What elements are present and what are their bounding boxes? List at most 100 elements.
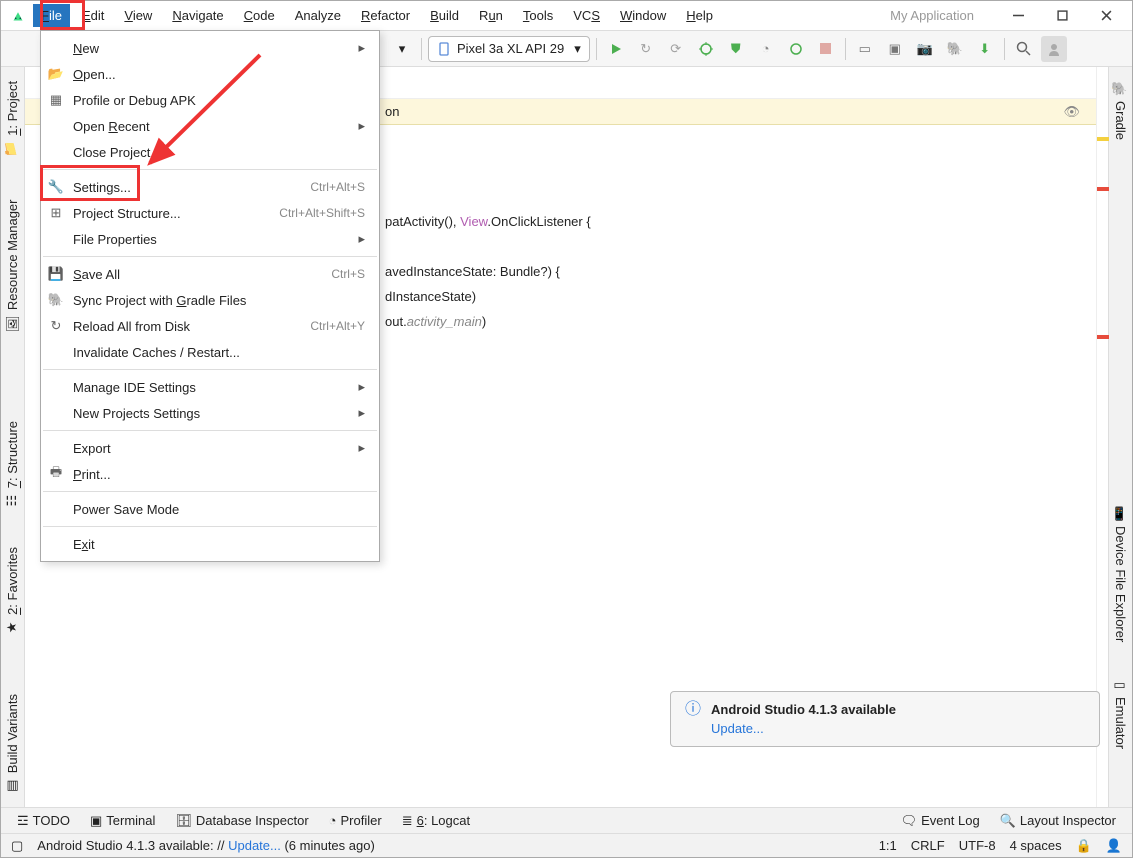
file-menu-project-structure[interactable]: ⊞Project Structure...Ctrl+Alt+Shift+S: [41, 200, 379, 226]
file-menu-new-projects-settings[interactable]: New Projects Settings▸: [41, 400, 379, 426]
resource-manager-icon[interactable]: 📷: [912, 36, 938, 62]
sidebar-device-file-explorer[interactable]: 📱Device File Explorer: [1113, 498, 1128, 650]
file-menu-dropdown: New▸📂Open...▦Profile or Debug APKOpen Re…: [40, 30, 380, 562]
folder-icon: 📂: [47, 66, 65, 82]
file-menu-close-project[interactable]: Close Project: [41, 139, 379, 165]
blank-icon: [47, 379, 65, 395]
menu-analyze[interactable]: Analyze: [287, 4, 349, 27]
wrench-icon: 🔧: [47, 179, 65, 195]
structure-icon: ⊞: [47, 205, 65, 221]
sidebar-build-variants[interactable]: ▤Build Variants: [5, 686, 20, 800]
print-icon: 🖶: [47, 466, 65, 482]
file-menu-manage-ide-settings[interactable]: Manage IDE Settings▸: [41, 374, 379, 400]
profiler-icon: ◔: [329, 813, 337, 828]
bottom-tool-strip: ☲TODO ▣Terminal 🗄Database Inspector ◔Pro…: [1, 807, 1132, 833]
file-menu-export[interactable]: Export▸: [41, 435, 379, 461]
sidebar-resource-manager[interactable]: 🖼Resource Manager: [5, 192, 20, 339]
dropdown-arrow-icon[interactable]: ▾: [389, 36, 415, 62]
run-button[interactable]: [603, 36, 629, 62]
todo-icon: ☲: [17, 813, 29, 829]
sidebar-structure[interactable]: ☷7: Structure: [5, 413, 20, 515]
sync-gradle-icon[interactable]: 🐘: [942, 36, 968, 62]
coverage-icon[interactable]: ⛊: [723, 36, 749, 62]
terminal-icon: ▣: [90, 813, 102, 829]
lock-icon[interactable]: 🔒: [1076, 838, 1092, 854]
device-selector[interactable]: Pixel 3a XL API 29 ▾: [428, 36, 590, 62]
user-icon[interactable]: [1041, 36, 1067, 62]
status-window-icon[interactable]: ▢: [11, 838, 23, 854]
file-menu-profile-or-debug-apk[interactable]: ▦Profile or Debug APK: [41, 87, 379, 113]
menu-code[interactable]: Code: [236, 4, 283, 27]
avd-manager-icon[interactable]: ▭: [852, 36, 878, 62]
status-line-separator[interactable]: CRLF: [911, 838, 945, 853]
tool-profiler[interactable]: ◔Profiler: [321, 810, 390, 832]
menu-help[interactable]: Help: [678, 4, 721, 27]
menu-file[interactable]: File: [33, 4, 70, 27]
file-menu-sync-project-with-gradle-files[interactable]: 🐘Sync Project with Gradle Files: [41, 287, 379, 313]
debug-button[interactable]: [693, 36, 719, 62]
file-menu-file-properties[interactable]: File Properties▸: [41, 226, 379, 252]
tool-event-log[interactable]: 🗨Event Log: [893, 810, 988, 832]
submenu-arrow-icon: ▸: [358, 118, 365, 134]
apply-code-icon[interactable]: ⟳: [663, 36, 689, 62]
device-name: Pixel 3a XL API 29: [457, 41, 564, 56]
sidebar-project[interactable]: 📁1: Project: [5, 73, 20, 164]
window-maximize[interactable]: [1042, 2, 1082, 30]
notification-update-link[interactable]: Update...: [711, 721, 764, 736]
tool-logcat[interactable]: ≣6: Logcat: [394, 810, 478, 832]
layout-inspector-icon: 🔍: [1000, 813, 1016, 829]
file-menu-power-save-mode[interactable]: Power Save Mode: [41, 496, 379, 522]
menu-tools[interactable]: Tools: [515, 4, 561, 27]
file-menu-settings[interactable]: 🔧Settings...Ctrl+Alt+S: [41, 174, 379, 200]
submenu-arrow-icon: ▸: [358, 405, 365, 421]
sidebar-emulator[interactable]: ▭Emulator: [1113, 670, 1128, 757]
file-menu-save-all[interactable]: 💾Save AllCtrl+S: [41, 261, 379, 287]
sidebar-favorites[interactable]: ★2: Favorites: [5, 539, 20, 642]
menu-navigate[interactable]: Navigate: [164, 4, 231, 27]
file-menu-reload-all-from-disk[interactable]: ↻Reload All from DiskCtrl+Alt+Y: [41, 313, 379, 339]
apply-changes-icon[interactable]: ↻: [633, 36, 659, 62]
sdk-manager-icon[interactable]: ▣: [882, 36, 908, 62]
stop-button[interactable]: [813, 36, 839, 62]
blank-icon: [47, 40, 65, 56]
file-menu-exit[interactable]: Exit: [41, 531, 379, 557]
tool-database-inspector[interactable]: 🗄Database Inspector: [167, 810, 316, 832]
profile-icon[interactable]: ◔: [753, 36, 779, 62]
ide-status-icon[interactable]: 👤: [1106, 838, 1122, 854]
tool-terminal[interactable]: ▣Terminal: [82, 810, 163, 832]
file-menu-print[interactable]: 🖶Print...: [41, 461, 379, 487]
status-encoding[interactable]: UTF-8: [959, 838, 996, 853]
menu-refactor[interactable]: Refactor: [353, 4, 418, 27]
menu-vcs[interactable]: VCS: [565, 4, 608, 27]
tool-layout-inspector[interactable]: 🔍Layout Inspector: [992, 810, 1124, 832]
status-indent[interactable]: 4 spaces: [1010, 838, 1062, 853]
file-menu-open[interactable]: 📂Open...: [41, 61, 379, 87]
menu-run[interactable]: Run: [471, 4, 511, 27]
window-minimize[interactable]: [998, 2, 1038, 30]
download-icon[interactable]: ⬇: [972, 36, 998, 62]
menu-edit[interactable]: Edit: [74, 4, 112, 27]
status-position[interactable]: 1:1: [879, 838, 897, 853]
logcat-icon: ≣: [402, 813, 413, 829]
menu-view[interactable]: View: [116, 4, 160, 27]
window-close[interactable]: [1086, 2, 1126, 30]
update-notification: ⓘ Android Studio 4.1.3 available Update.…: [670, 691, 1100, 747]
file-menu-open-recent[interactable]: Open Recent▸: [41, 113, 379, 139]
event-log-icon: 🗨: [901, 813, 918, 829]
menu-build[interactable]: Build: [422, 4, 467, 27]
search-icon[interactable]: [1011, 36, 1037, 62]
app-logo-icon: [7, 7, 29, 25]
sidebar-gradle[interactable]: 🐘Gradle: [1113, 73, 1128, 148]
sync-icon: 🐘: [47, 292, 65, 308]
app-icon: ▦: [47, 92, 65, 108]
attach-debugger-icon[interactable]: [783, 36, 809, 62]
eye-icon[interactable]: 👁: [1063, 104, 1080, 120]
phone-icon: [437, 42, 451, 56]
tool-todo[interactable]: ☲TODO: [9, 810, 78, 832]
file-menu-new[interactable]: New▸: [41, 35, 379, 61]
blank-icon: [47, 405, 65, 421]
submenu-arrow-icon: ▸: [358, 440, 365, 456]
file-menu-invalidate-caches-restart[interactable]: Invalidate Caches / Restart...: [41, 339, 379, 365]
info-icon: ⓘ: [685, 702, 701, 736]
menu-window[interactable]: Window: [612, 4, 674, 27]
